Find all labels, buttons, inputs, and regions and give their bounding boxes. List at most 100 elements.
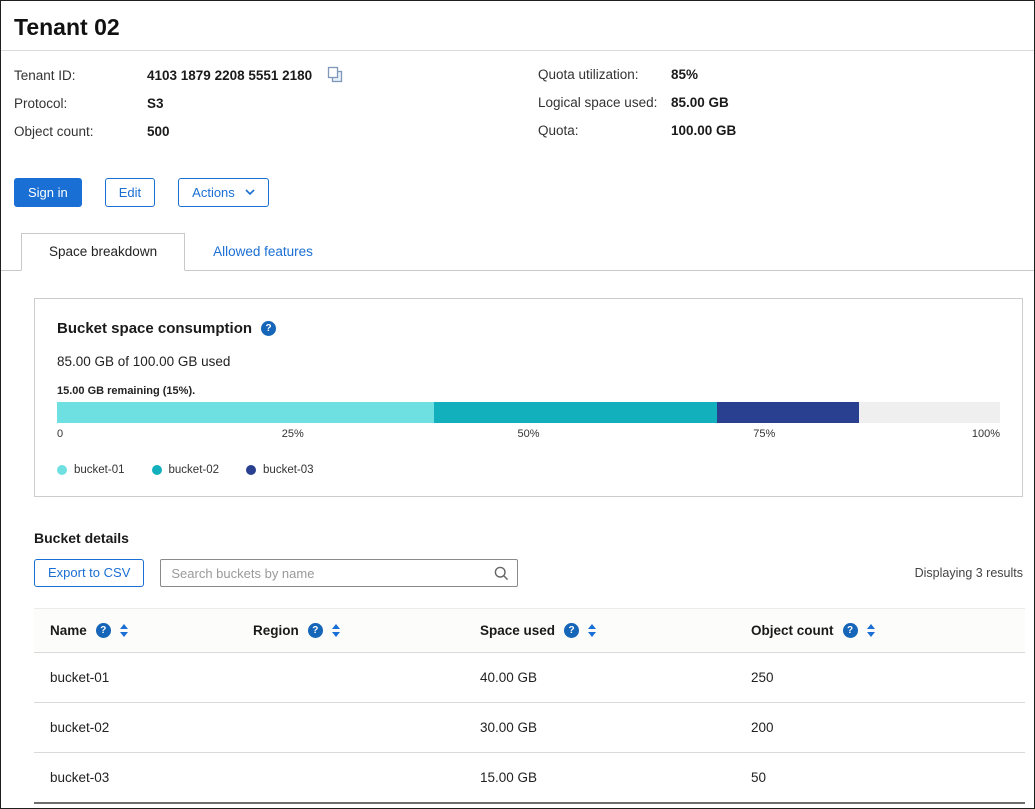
tick-25: 25% [282, 428, 304, 440]
bar-segment-bucket-02 [434, 402, 717, 423]
sort-icon[interactable] [867, 624, 875, 637]
bucket-details-controls: Export to CSV Displaying 3 results [34, 559, 1025, 587]
quota-value: 100.00 GB [671, 122, 736, 139]
bar-segment-bucket-03 [717, 402, 858, 423]
column-header-object-count[interactable]: Object count ? [735, 609, 1025, 653]
search-input[interactable] [160, 559, 518, 587]
actions-dropdown-button[interactable]: Actions [178, 178, 269, 207]
quota-utilization-value: 85% [671, 66, 698, 83]
copy-icon [326, 72, 344, 87]
legend-dot [152, 465, 162, 475]
cell-name: bucket-02 [34, 703, 237, 753]
cell-object-count: 200 [735, 703, 1025, 753]
cell-space-used: 15.00 GB [464, 753, 735, 804]
column-label-name: Name [50, 623, 87, 638]
tab-allowed-features[interactable]: Allowed features [185, 233, 341, 270]
table-row: bucket-03 15.00 GB 50 [34, 753, 1025, 804]
bucket-space-consumption-card: Bucket space consumption ? 85.00 GB of 1… [34, 298, 1023, 497]
column-label-region: Region [253, 623, 299, 638]
consumption-bar [57, 402, 1000, 423]
object-count-value: 500 [147, 123, 170, 140]
tick-100: 100% [972, 428, 1000, 440]
tick-75: 75% [753, 428, 775, 440]
cell-space-used: 40.00 GB [464, 653, 735, 703]
tick-0: 0 [57, 428, 63, 440]
cell-region [237, 653, 464, 703]
search-box [160, 559, 518, 587]
bar-segment-remaining [859, 402, 1000, 423]
legend-label: bucket-02 [169, 464, 220, 476]
copy-tenant-id-button[interactable] [326, 66, 344, 84]
summary-row-tenant-id: Tenant ID: 4103 1879 2208 5551 2180 [14, 66, 538, 84]
legend-item-bucket-01: bucket-01 [57, 464, 125, 476]
logical-space-value: 85.00 GB [671, 94, 729, 111]
table-row: bucket-01 40.00 GB 250 [34, 653, 1025, 703]
legend-dot [246, 465, 256, 475]
quota-label: Quota: [538, 122, 671, 139]
card-title-row: Bucket space consumption ? [57, 320, 1000, 337]
tab-space-breakdown[interactable]: Space breakdown [21, 233, 185, 271]
summary-row-quota: Quota: 100.00 GB [538, 122, 1020, 139]
object-count-label: Object count: [14, 123, 147, 140]
remaining-note-text: 15.00 GB remaining (15%). [57, 385, 1000, 397]
bucket-table: Name ? Region ? Space used ? [34, 608, 1025, 804]
help-icon[interactable]: ? [261, 321, 276, 336]
logical-space-label: Logical space used: [538, 94, 671, 111]
legend-label: bucket-01 [74, 464, 125, 476]
tenant-id-value: 4103 1879 2208 5551 2180 [147, 67, 312, 84]
cell-region [237, 703, 464, 753]
protocol-label: Protocol: [14, 95, 147, 112]
column-header-space-used[interactable]: Space used ? [464, 609, 735, 653]
table-row: bucket-02 30.00 GB 200 [34, 703, 1025, 753]
summary-right-column: Quota utilization: 85% Logical space use… [538, 66, 1020, 151]
summary-row-object-count: Object count: 500 [14, 123, 538, 140]
cell-name: bucket-03 [34, 753, 237, 804]
sign-in-button[interactable]: Sign in [14, 178, 82, 207]
column-header-name[interactable]: Name ? [34, 609, 237, 653]
cell-object-count: 50 [735, 753, 1025, 804]
search-icon [493, 565, 510, 582]
tenant-id-label: Tenant ID: [14, 67, 147, 84]
summary-row-quota-utilization: Quota utilization: 85% [538, 66, 1020, 83]
column-label-space-used: Space used [480, 623, 555, 638]
tenant-details-page: Tenant 02 Tenant ID: 4103 1879 2208 5551… [0, 0, 1035, 809]
tab-bar: Space breakdown Allowed features [1, 233, 1034, 271]
column-header-region[interactable]: Region ? [237, 609, 464, 653]
tick-50: 50% [517, 428, 539, 440]
tenant-summary: Tenant ID: 4103 1879 2208 5551 2180 Prot… [1, 51, 1034, 151]
export-to-csv-button[interactable]: Export to CSV [34, 559, 144, 587]
results-count-text: Displaying 3 results [915, 566, 1025, 580]
legend-item-bucket-03: bucket-03 [246, 464, 314, 476]
protocol-value: S3 [147, 95, 164, 112]
quota-utilization-label: Quota utilization: [538, 66, 671, 83]
actions-dropdown-label: Actions [192, 185, 235, 200]
cell-object-count: 250 [735, 653, 1025, 703]
action-buttons-row: Sign in Edit Actions [1, 151, 1034, 207]
summary-left-column: Tenant ID: 4103 1879 2208 5551 2180 Prot… [14, 66, 538, 151]
summary-row-protocol: Protocol: S3 [14, 95, 538, 112]
usage-summary-text: 85.00 GB of 100.00 GB used [57, 354, 1000, 369]
help-icon[interactable]: ? [843, 623, 858, 638]
sort-icon[interactable] [332, 624, 340, 637]
legend-item-bucket-02: bucket-02 [152, 464, 220, 476]
table-header-row: Name ? Region ? Space used ? [34, 609, 1025, 653]
legend-label: bucket-03 [263, 464, 314, 476]
cell-space-used: 30.00 GB [464, 703, 735, 753]
legend-dot [57, 465, 67, 475]
chart-title: Bucket space consumption [57, 320, 252, 337]
chart-legend: bucket-01 bucket-02 bucket-03 [57, 464, 1000, 476]
page-title: Tenant 02 [14, 14, 1020, 41]
cell-region [237, 753, 464, 804]
sort-icon[interactable] [120, 624, 128, 637]
help-icon[interactable]: ? [96, 623, 111, 638]
page-header: Tenant 02 [1, 1, 1034, 50]
bar-segment-bucket-01 [57, 402, 434, 423]
help-icon[interactable]: ? [308, 623, 323, 638]
help-icon[interactable]: ? [564, 623, 579, 638]
chart-axis-ticks: 0 25% 50% 75% 100% [57, 428, 1000, 443]
column-label-object-count: Object count [751, 623, 834, 638]
edit-button[interactable]: Edit [105, 178, 155, 207]
sort-icon[interactable] [588, 624, 596, 637]
bucket-details-title: Bucket details [34, 530, 1034, 546]
summary-row-logical-space: Logical space used: 85.00 GB [538, 94, 1020, 111]
